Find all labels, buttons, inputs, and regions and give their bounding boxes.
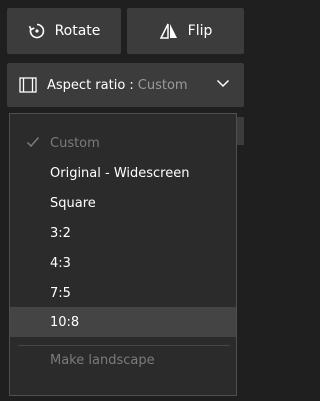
rotate-icon bbox=[28, 22, 46, 40]
menu-item-label: 4:3 bbox=[50, 255, 71, 271]
menu-item-label: Custom bbox=[50, 135, 100, 151]
menu-item-4-3[interactable]: 4:3 bbox=[10, 248, 236, 278]
flip-icon bbox=[159, 22, 179, 40]
aspect-ratio-value: Custom bbox=[137, 77, 188, 93]
underlying-panel bbox=[237, 117, 244, 145]
menu-item-square[interactable]: Square bbox=[10, 188, 236, 218]
rotate-button[interactable]: Rotate bbox=[7, 8, 121, 54]
menu-item-make-landscape: Make landscape bbox=[10, 345, 236, 375]
menu-item-10-8[interactable]: 10:8 bbox=[10, 307, 236, 337]
menu-item-label: Original - Widescreen bbox=[50, 165, 190, 181]
aspect-ratio-icon bbox=[19, 77, 37, 93]
aspect-ratio-label: Aspect ratio : bbox=[47, 77, 134, 93]
aspect-ratio-menu: Custom Original - Widescreen Square 3:2 … bbox=[9, 113, 237, 396]
menu-item-label: Make landscape bbox=[50, 352, 155, 368]
flip-label: Flip bbox=[187, 23, 213, 39]
menu-item-label: Square bbox=[50, 195, 96, 211]
menu-item-label: 7:5 bbox=[50, 285, 71, 301]
flip-button[interactable]: Flip bbox=[127, 8, 244, 54]
chevron-down-icon bbox=[216, 78, 230, 88]
checkmark-icon bbox=[26, 136, 40, 148]
menu-item-label: 3:2 bbox=[50, 225, 71, 241]
menu-item-3-2[interactable]: 3:2 bbox=[10, 218, 236, 248]
rotate-label: Rotate bbox=[54, 23, 101, 39]
menu-item-label: 10:8 bbox=[50, 314, 80, 330]
aspect-ratio-dropdown[interactable]: Aspect ratio : Custom bbox=[7, 63, 244, 107]
menu-item-7-5[interactable]: 7:5 bbox=[10, 278, 236, 308]
menu-item-original-widescreen[interactable]: Original - Widescreen bbox=[10, 158, 236, 188]
menu-item-custom: Custom bbox=[10, 128, 236, 158]
